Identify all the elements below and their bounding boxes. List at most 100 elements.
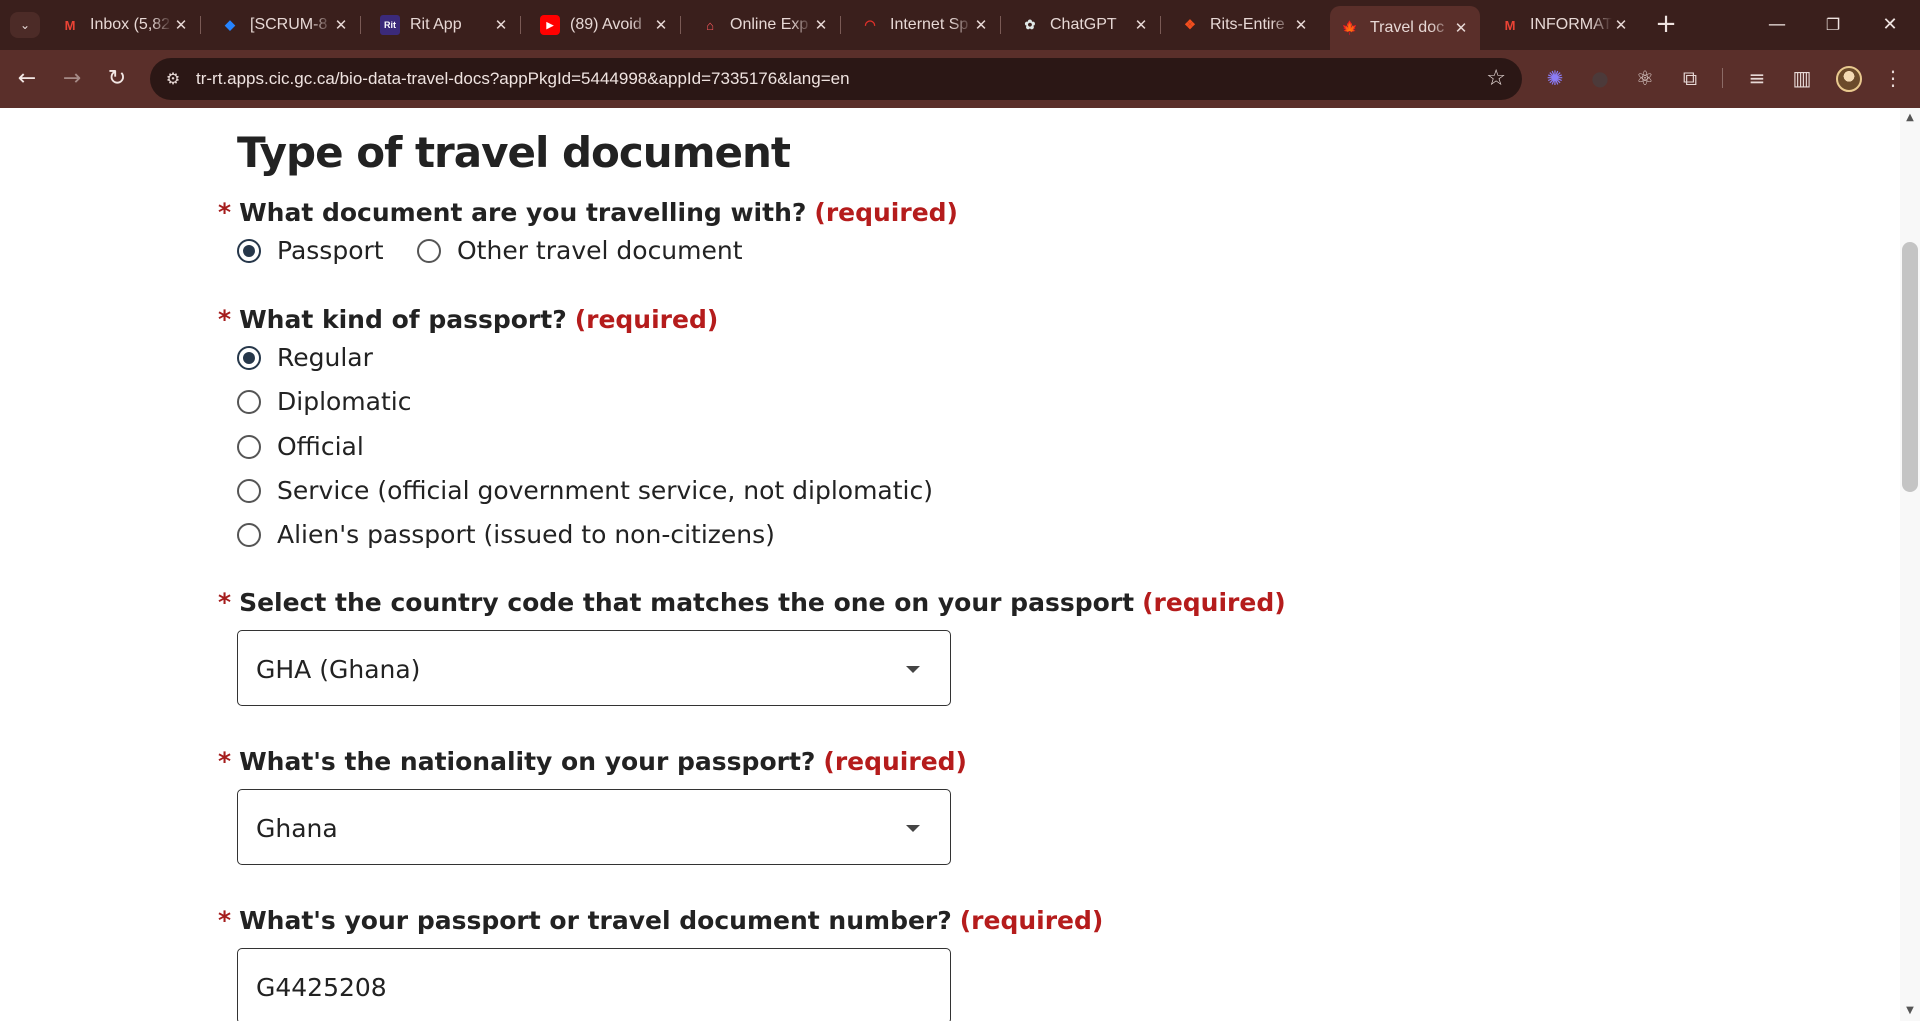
tab-title: Internet Sp bbox=[890, 16, 969, 33]
question-country-code: * Select the country code that matches th… bbox=[218, 588, 1286, 617]
react-devtools-icon[interactable]: ⚛ bbox=[1630, 63, 1660, 93]
close-icon[interactable]: ✕ bbox=[492, 16, 510, 34]
tab-search-button[interactable]: ⌄ bbox=[10, 12, 40, 38]
close-icon[interactable]: ✕ bbox=[1292, 16, 1310, 34]
required-asterisk: * bbox=[218, 198, 232, 227]
reload-icon: ↻ bbox=[107, 66, 127, 91]
radio-selected-icon[interactable] bbox=[237, 238, 261, 263]
radio-label: Other travel document bbox=[457, 236, 743, 265]
tab-title: [SCRUM-8 bbox=[250, 16, 328, 33]
radio-regular[interactable]: Regular bbox=[237, 343, 373, 372]
close-icon: ✕ bbox=[1882, 14, 1898, 35]
site-settings-icon[interactable]: ⚙ bbox=[160, 66, 186, 92]
required-asterisk: * bbox=[218, 588, 232, 617]
tab-strip: ⌄ M Inbox (5,82 ✕ ◆ [SCRUM-8 ✕ Rit Rit A… bbox=[0, 0, 1920, 50]
close-icon[interactable]: ✕ bbox=[812, 16, 830, 34]
question-label: What's your passport or travel document … bbox=[239, 906, 952, 935]
extension-sparkle-icon[interactable]: ✺ bbox=[1540, 63, 1570, 93]
more-menu-icon[interactable]: ⋮ bbox=[1878, 63, 1908, 93]
close-icon[interactable]: ✕ bbox=[652, 16, 670, 34]
rit-app-icon: Rit bbox=[380, 15, 400, 35]
tab-title: ChatGPT bbox=[1050, 16, 1117, 33]
close-icon[interactable]: ✕ bbox=[1452, 19, 1470, 37]
forward-button[interactable]: → bbox=[55, 62, 89, 96]
back-button[interactable]: ← bbox=[10, 62, 44, 96]
tab-inbox[interactable]: M Inbox (5,82 ✕ bbox=[50, 8, 201, 42]
tab-title: INFORMAT bbox=[1530, 16, 1612, 33]
media-controls-icon[interactable]: ≡ bbox=[1742, 63, 1772, 93]
tab-travel-doc[interactable]: 🍁 Travel doc ✕ bbox=[1330, 6, 1480, 50]
arrow-left-icon: ← bbox=[17, 66, 37, 91]
question-document-type: * What document are you travelling with?(… bbox=[218, 198, 958, 227]
side-panel-icon[interactable]: ▥ bbox=[1787, 63, 1817, 93]
tab-title: (89) Avoid bbox=[570, 16, 642, 33]
nationality-select[interactable]: Ghana bbox=[237, 789, 951, 865]
tab-chatgpt[interactable]: ✿ ChatGPT ✕ bbox=[1010, 8, 1161, 42]
radio-passport[interactable]: Passport bbox=[237, 236, 384, 265]
input-value[interactable]: G4425208 bbox=[256, 973, 387, 1002]
jira-icon: ◆ bbox=[225, 17, 235, 32]
close-icon[interactable]: ✕ bbox=[1132, 16, 1150, 34]
tab-title: Travel doc bbox=[1370, 19, 1445, 36]
reload-button[interactable]: ↻ bbox=[100, 62, 134, 96]
tab-information[interactable]: M INFORMAT ✕ bbox=[1490, 8, 1640, 42]
tab-figma[interactable]: ❖ Rits-Entire ✕ bbox=[1170, 8, 1320, 42]
minimize-button[interactable]: — bbox=[1757, 10, 1797, 40]
tab-speedtest[interactable]: ◠ Internet Sp ✕ bbox=[850, 8, 1001, 42]
radio-unselected-icon[interactable] bbox=[237, 389, 261, 414]
radio-official[interactable]: Official bbox=[237, 432, 364, 461]
tab-scrum[interactable]: ◆ [SCRUM-8 ✕ bbox=[210, 8, 361, 42]
radio-label: Service (official government service, no… bbox=[277, 476, 933, 505]
tab-airbnb[interactable]: ⌂ Online Exp ✕ bbox=[690, 8, 841, 42]
close-icon[interactable]: ✕ bbox=[972, 16, 990, 34]
minimize-icon: — bbox=[1768, 14, 1786, 35]
document-number-input[interactable]: G4425208 bbox=[237, 948, 951, 1021]
tab-title: Inbox (5,82 bbox=[90, 16, 171, 33]
address-bar[interactable]: ⚙ tr-rt.apps.cic.gc.ca/bio-data-travel-d… bbox=[150, 58, 1522, 100]
radio-label: Regular bbox=[277, 343, 373, 372]
question-label: What document are you travelling with? bbox=[239, 198, 807, 227]
extension-dark-icon[interactable]: ● bbox=[1585, 63, 1615, 93]
radio-unselected-icon[interactable] bbox=[237, 522, 261, 547]
maple-leaf-icon: 🍁 bbox=[1341, 20, 1359, 35]
required-label: (required) bbox=[959, 906, 1104, 935]
section-title: Type of travel document bbox=[237, 128, 791, 177]
radio-diplomatic[interactable]: Diplomatic bbox=[237, 387, 411, 416]
close-icon[interactable]: ✕ bbox=[172, 16, 190, 34]
question-passport-kind: * What kind of passport? (required) bbox=[218, 305, 718, 334]
figma-icon: ❖ bbox=[1184, 17, 1196, 32]
question-label: Select the country code that matches the… bbox=[239, 588, 1135, 617]
extensions-puzzle-icon[interactable]: ⧉ bbox=[1675, 63, 1705, 93]
caret-down-icon bbox=[906, 825, 920, 832]
radio-unselected-icon[interactable] bbox=[237, 478, 261, 503]
tab-rit-app[interactable]: Rit Rit App ✕ bbox=[370, 8, 521, 42]
page-scrollbar[interactable]: ▲ ▼ bbox=[1900, 108, 1920, 1021]
required-asterisk: * bbox=[218, 906, 232, 935]
question-label: What's the nationality on your passport? bbox=[239, 747, 816, 776]
radio-aliens-passport[interactable]: Alien's passport (issued to non-citizens… bbox=[237, 520, 775, 549]
radio-label: Official bbox=[277, 432, 364, 461]
radio-selected-icon[interactable] bbox=[237, 345, 261, 370]
chevron-down-icon: ⌄ bbox=[19, 18, 31, 32]
radio-service[interactable]: Service (official government service, no… bbox=[237, 476, 933, 505]
required-asterisk: * bbox=[218, 747, 232, 776]
radio-unselected-icon[interactable] bbox=[417, 238, 441, 263]
select-value: Ghana bbox=[256, 814, 338, 843]
new-tab-button[interactable]: + bbox=[1652, 11, 1680, 39]
restore-button[interactable]: ❐ bbox=[1813, 10, 1853, 40]
scroll-up-arrow-icon[interactable]: ▲ bbox=[1900, 112, 1920, 126]
radio-other-travel-document[interactable]: Other travel document bbox=[417, 236, 743, 265]
close-window-button[interactable]: ✕ bbox=[1870, 10, 1910, 40]
profile-avatar[interactable] bbox=[1836, 66, 1862, 92]
close-icon[interactable]: ✕ bbox=[332, 16, 350, 34]
bookmark-star-icon[interactable]: ☆ bbox=[1486, 66, 1506, 92]
tab-youtube[interactable]: ▶ (89) Avoid ✕ bbox=[530, 8, 681, 42]
scrollbar-thumb[interactable] bbox=[1902, 242, 1918, 492]
scroll-down-arrow-icon[interactable]: ▼ bbox=[1900, 1005, 1920, 1019]
page-viewport: Type of travel document * What document a… bbox=[0, 108, 1900, 1021]
close-icon[interactable]: ✕ bbox=[1612, 16, 1630, 34]
url-text[interactable]: tr-rt.apps.cic.gc.ca/bio-data-travel-doc… bbox=[196, 69, 850, 89]
question-document-number: * What's your passport or travel document… bbox=[218, 906, 1103, 935]
radio-unselected-icon[interactable] bbox=[237, 434, 261, 459]
country-code-select[interactable]: GHA (Ghana) bbox=[237, 630, 951, 706]
